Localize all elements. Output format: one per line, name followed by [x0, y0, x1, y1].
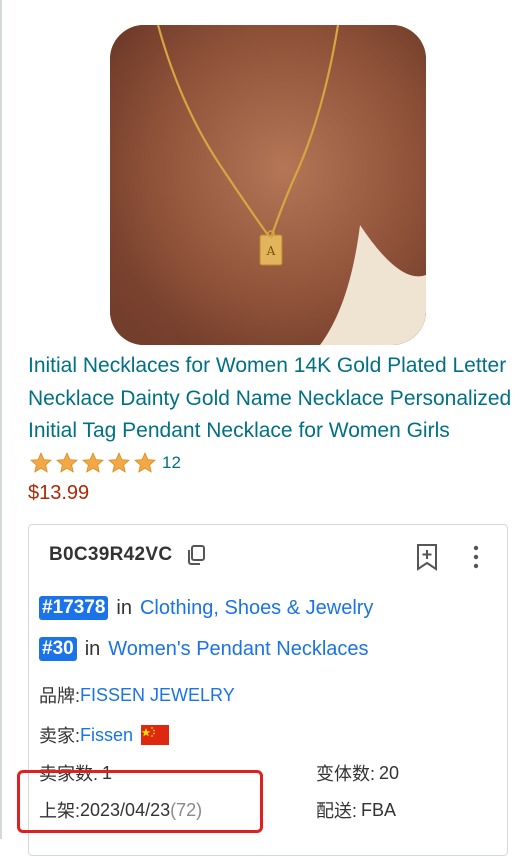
china-flag-icon	[141, 725, 170, 745]
shipping-row: 配送: FBA	[316, 797, 396, 823]
asin-text: B0C39R42VC	[49, 544, 173, 565]
star-icon	[82, 452, 104, 473]
variants-row: 变体数: 20	[316, 760, 399, 786]
rank-in-text: in	[84, 637, 101, 660]
star-icon	[134, 452, 156, 473]
rank-category-link[interactable]: Women's Pendant Necklaces	[108, 638, 368, 661]
star-icon	[56, 452, 78, 473]
shipping-value: FBA	[361, 799, 397, 820]
product-image[interactable]: A	[110, 25, 426, 345]
seller-link[interactable]: Fissen	[80, 725, 133, 746]
left-border	[0, 0, 2, 839]
rating-row[interactable]: 12	[28, 451, 181, 475]
star-icon	[30, 452, 52, 473]
rank-in-text: in	[116, 596, 132, 619]
rank-category-link[interactable]: Clothing, Shoes & Jewelry	[140, 597, 373, 620]
rank-badge: #30	[39, 637, 77, 661]
highlight-annotation-box	[17, 770, 263, 833]
pendant-letter: A	[266, 244, 276, 258]
brand-link[interactable]: FISSEN JEWELRY	[80, 685, 235, 706]
product-title[interactable]: Initial Necklaces for Women 14K Gold Pla…	[28, 350, 518, 448]
more-vertical-icon[interactable]	[469, 543, 483, 571]
brand-row: 品牌: FISSEN JEWELRY	[39, 682, 235, 708]
star-rating	[28, 451, 158, 475]
rank-row-sub: #30 in Women's Pendant Necklaces	[39, 637, 369, 661]
seller-row: 卖家: Fissen	[39, 722, 170, 748]
bookmark-add-icon[interactable]	[414, 543, 440, 571]
rank-row-main: #17378 in Clothing, Shoes & Jewelry	[39, 596, 373, 620]
copy-icon[interactable]	[184, 543, 208, 567]
seller-label: 卖家:	[39, 726, 81, 746]
asin-row: B0C39R42VC	[49, 543, 208, 567]
product-price: $13.99	[28, 482, 90, 504]
rank-badge: #17378	[39, 596, 109, 620]
variants-value: 20	[379, 762, 400, 783]
star-icon	[108, 452, 130, 473]
brand-label: 品牌:	[39, 686, 81, 706]
review-count[interactable]: 12	[162, 453, 181, 473]
variants-label: 变体数:	[316, 764, 376, 784]
shipping-label: 配送:	[316, 801, 358, 821]
